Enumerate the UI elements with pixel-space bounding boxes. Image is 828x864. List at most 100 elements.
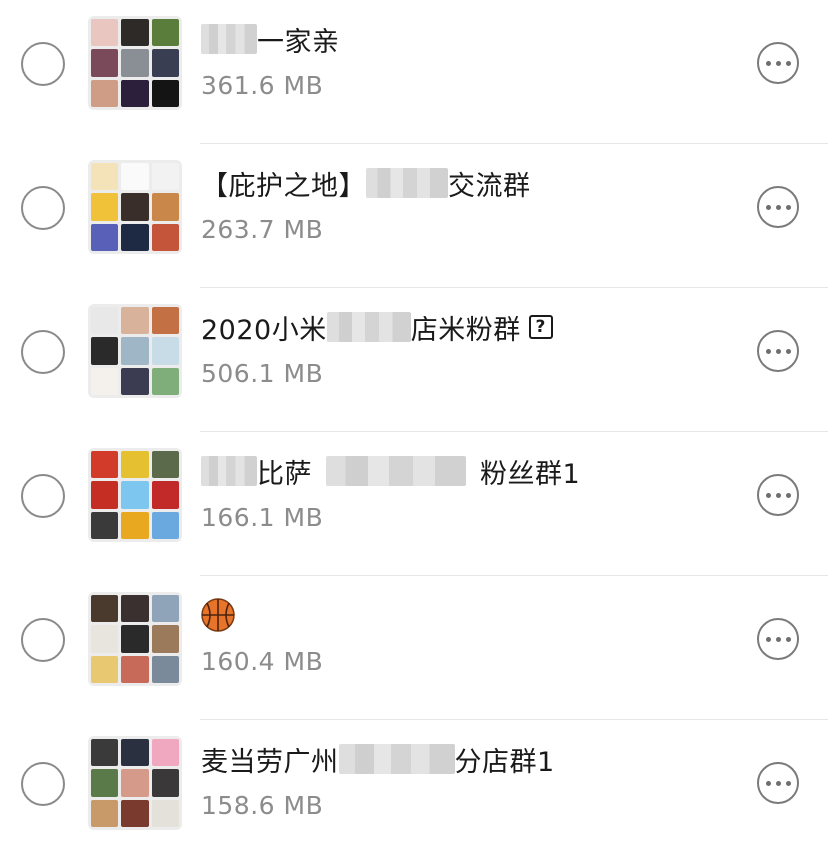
dot <box>785 204 791 210</box>
member-avatar-thumb <box>121 451 149 479</box>
select-circle-icon[interactable] <box>21 42 65 86</box>
group-avatar <box>88 304 182 398</box>
member-avatar-thumb <box>91 307 119 335</box>
group-name-text: 【庇护之地】 <box>201 170 366 202</box>
dot <box>785 492 791 498</box>
member-avatar-thumb <box>121 307 149 335</box>
select-circle-icon[interactable] <box>21 330 65 374</box>
group-name-text: 麦当劳广州 <box>201 746 339 778</box>
member-avatar-thumb <box>121 367 149 395</box>
member-avatar-thumb <box>151 307 179 335</box>
group-name-text: 一家亲 <box>257 26 340 58</box>
select-circle-icon[interactable] <box>21 762 65 806</box>
group-storage-list: 一家亲 361.6 MB 【庇护之地】 交流群 263.7 MB 2020小米 店米粉群? 5… <box>0 0 828 853</box>
member-avatar-thumb <box>91 337 119 365</box>
group-name-text: 交流群 <box>448 170 531 202</box>
more-options-button[interactable] <box>757 42 799 84</box>
chat-group-row[interactable]: 【庇护之地】 交流群 263.7 MB <box>0 144 828 288</box>
member-avatar-thumb <box>151 367 179 395</box>
storage-size: 160.4 MB <box>201 647 324 676</box>
group-name: 【庇护之地】 交流群 <box>201 166 531 202</box>
dot <box>775 492 781 498</box>
group-avatar <box>88 448 182 542</box>
basketball-emoji-icon <box>201 598 235 632</box>
member-avatar-thumb <box>151 739 179 767</box>
member-avatar-thumb <box>121 79 149 107</box>
member-avatar-thumb <box>91 193 119 221</box>
member-avatar-thumb <box>91 739 119 767</box>
select-circle-icon[interactable] <box>21 618 65 662</box>
group-name: 一家亲 <box>201 22 340 58</box>
redacted-text <box>366 168 448 198</box>
member-avatar-thumb <box>121 193 149 221</box>
member-avatar-thumb <box>91 511 119 539</box>
dot <box>765 60 771 66</box>
dot <box>785 780 791 786</box>
member-avatar-thumb <box>151 481 179 509</box>
more-options-button[interactable] <box>757 474 799 516</box>
redacted-text <box>201 24 257 54</box>
select-circle-icon[interactable] <box>21 186 65 230</box>
more-horizontal-icon <box>765 492 791 498</box>
more-options-button[interactable] <box>757 186 799 228</box>
group-name-text: 分店群1 <box>454 746 555 778</box>
member-avatar-thumb <box>151 79 179 107</box>
dot <box>765 348 771 354</box>
member-avatar-thumb <box>91 799 119 827</box>
dot <box>785 60 791 66</box>
member-avatar-thumb <box>91 223 119 251</box>
chat-group-row[interactable]: 比萨 粉丝群1 166.1 MB <box>0 432 828 576</box>
group-avatar <box>88 592 182 686</box>
member-avatar-thumb <box>91 19 119 47</box>
member-avatar-thumb <box>121 769 149 797</box>
dot <box>785 636 791 642</box>
chat-group-row[interactable]: 2020小米 店米粉群? 506.1 MB <box>0 288 828 432</box>
member-avatar-thumb <box>121 223 149 251</box>
member-avatar-thumb <box>91 655 119 683</box>
group-name <box>201 598 235 632</box>
chat-group-row[interactable]: 麦当劳广州 分店群1 158.6 MB <box>0 720 828 864</box>
member-avatar-thumb <box>121 739 149 767</box>
redacted-text <box>326 456 466 486</box>
dot <box>775 60 781 66</box>
member-avatar-thumb <box>151 223 179 251</box>
member-avatar-thumb <box>91 481 119 509</box>
member-avatar-thumb <box>91 163 119 191</box>
storage-size: 263.7 MB <box>201 215 324 244</box>
member-avatar-thumb <box>151 49 179 77</box>
member-avatar-thumb <box>121 595 149 623</box>
more-horizontal-icon <box>765 348 791 354</box>
member-avatar-thumb <box>91 595 119 623</box>
more-options-button[interactable] <box>757 330 799 372</box>
dot <box>785 348 791 354</box>
dot <box>775 204 781 210</box>
chat-group-row[interactable]: 160.4 MB <box>0 576 828 720</box>
member-avatar-thumb <box>151 769 179 797</box>
group-name-text: 粉丝群1 <box>480 458 581 490</box>
member-avatar-thumb <box>91 451 119 479</box>
dot <box>765 780 771 786</box>
more-options-button[interactable] <box>757 762 799 804</box>
storage-size: 158.6 MB <box>201 791 324 820</box>
member-avatar-thumb <box>151 337 179 365</box>
group-avatar <box>88 736 182 830</box>
member-avatar-thumb <box>151 595 179 623</box>
member-avatar-thumb <box>121 625 149 653</box>
redacted-text <box>201 456 257 486</box>
dot <box>765 636 771 642</box>
member-avatar-thumb <box>151 625 179 653</box>
storage-size: 361.6 MB <box>201 71 324 100</box>
more-horizontal-icon <box>765 780 791 786</box>
member-avatar-thumb <box>121 799 149 827</box>
member-avatar-thumb <box>151 799 179 827</box>
member-avatar-thumb <box>151 193 179 221</box>
group-name-text: 比萨 <box>257 458 312 490</box>
more-options-button[interactable] <box>757 618 799 660</box>
chat-group-row[interactable]: 一家亲 361.6 MB <box>0 0 828 144</box>
more-horizontal-icon <box>765 60 791 66</box>
dot <box>775 780 781 786</box>
member-avatar-thumb <box>121 19 149 47</box>
member-avatar-thumb <box>151 655 179 683</box>
select-circle-icon[interactable] <box>21 474 65 518</box>
member-avatar-thumb <box>121 481 149 509</box>
